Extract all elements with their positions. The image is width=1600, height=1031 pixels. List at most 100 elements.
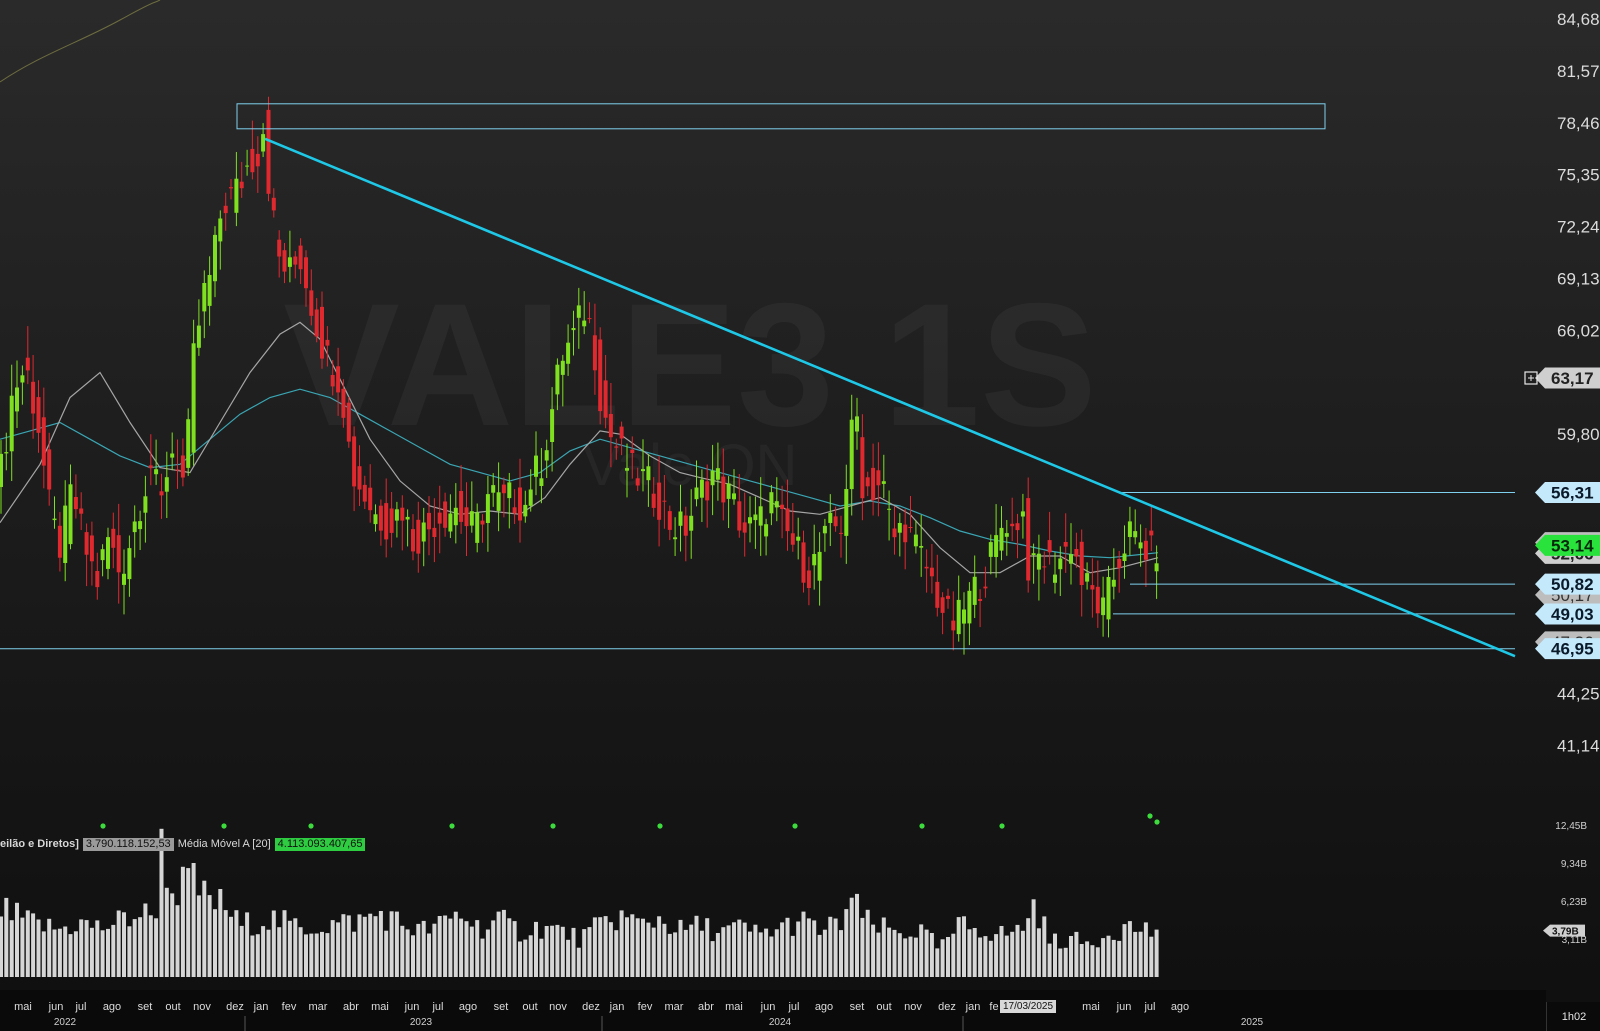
candle-body (780, 504, 785, 509)
volume-bar (855, 893, 859, 977)
volume-bar (309, 933, 314, 977)
month-label: mar (309, 1001, 328, 1013)
candle-body (988, 542, 993, 557)
month-label: mar (665, 1001, 684, 1013)
volume-bar (485, 929, 490, 977)
candle-body (619, 426, 624, 439)
candle-body (550, 409, 555, 442)
month-label: jun (1116, 1001, 1132, 1013)
candle-body (699, 479, 704, 498)
candle-body (1090, 585, 1095, 590)
candle-body (903, 524, 908, 543)
candle-body (667, 511, 672, 530)
volume-bar (164, 887, 169, 977)
volume-bar (1058, 948, 1063, 977)
candle-body (507, 482, 512, 499)
volume-bar (63, 926, 68, 977)
candle-body (908, 527, 913, 528)
volume-bar (635, 918, 640, 977)
price-chart[interactable]: VALE3 1S Vale ON 84,68 81,57 78,46 75,35 72,… (0, 0, 1600, 1031)
volume-current-tag: 3,79B (1543, 924, 1585, 938)
volume-bar (614, 930, 619, 977)
volume-bar (405, 929, 410, 977)
price-tags: 53,3050,1747,3663,1756,3152,6653,1450,82… (1524, 367, 1600, 660)
candle-body (887, 508, 892, 510)
volume-bar (994, 934, 999, 977)
candle-body (213, 234, 217, 282)
candle-body (1111, 579, 1116, 587)
candle-body (566, 342, 571, 364)
horizontal-levels[interactable] (0, 492, 1515, 650)
volume-bar (785, 917, 790, 977)
candle-body (298, 245, 303, 270)
candle-body (860, 437, 865, 499)
volume-bar (865, 909, 870, 977)
month-label: dez (938, 1001, 956, 1013)
candle-body (1133, 531, 1138, 538)
volume-bar (924, 929, 929, 977)
candle-body (913, 534, 918, 547)
price-tick-label: 59,80 (1557, 425, 1600, 444)
candle-body (362, 484, 367, 502)
volume-bar (1095, 947, 1100, 977)
candle-body (544, 450, 549, 461)
month-label: fev (638, 1001, 653, 1013)
candle-body (1036, 553, 1041, 570)
long-ma-line (0, 0, 161, 83)
volume-bar (550, 925, 555, 977)
volume-bar (876, 932, 881, 977)
volume-bar (678, 919, 683, 977)
candle-body (994, 535, 999, 557)
timeframe-label[interactable]: 1h02 (1546, 1002, 1600, 1031)
candle-body (89, 535, 94, 562)
candle-body (9, 395, 14, 452)
volume-bar (715, 933, 720, 977)
volume-bar (673, 932, 678, 977)
candle-body (1101, 597, 1106, 616)
volume-bar (592, 917, 597, 977)
candle-body (769, 492, 774, 514)
candle-body (416, 519, 421, 554)
volume-bar (1015, 924, 1020, 977)
price-tag-label: 50,82 (1551, 575, 1594, 594)
volume-bar (1154, 929, 1159, 977)
volume-bar (683, 929, 688, 977)
signal-dot (792, 823, 798, 829)
month-label: ago (103, 1001, 121, 1013)
volume-bar (218, 889, 223, 977)
candle-body (41, 417, 46, 466)
candle-body (207, 275, 212, 306)
chart-stage[interactable]: VALE3 1S Vale ON 84,68 81,57 78,46 75,35 72,… (0, 0, 1600, 1031)
signal-dot (221, 823, 227, 829)
candle-body (726, 483, 731, 499)
candle-body (849, 419, 854, 490)
volume-bar (972, 928, 977, 977)
volume-bar (988, 940, 993, 977)
month-label: mai (725, 1001, 743, 1013)
volume-bar (132, 919, 137, 977)
candle-body (796, 536, 801, 541)
candle-body (469, 511, 474, 526)
candle-body (405, 516, 410, 520)
signal-dot (308, 823, 314, 829)
candle-body (705, 481, 710, 501)
candle-body (31, 381, 36, 414)
volume-bar (908, 936, 913, 977)
volume-bar (769, 936, 774, 977)
month-label: dez (582, 1001, 600, 1013)
volume-bar (346, 915, 351, 977)
resistance-box[interactable] (236, 103, 1326, 130)
volume-bar (844, 909, 849, 977)
signal-dot (449, 823, 455, 829)
candle-body (560, 360, 565, 375)
candle-body (603, 380, 608, 418)
candle-body (475, 512, 480, 543)
candle-body (1015, 523, 1020, 531)
candle-body (972, 576, 977, 605)
month-label: fe (989, 1001, 998, 1013)
volume-bar (1122, 924, 1127, 977)
time-axis[interactable]: mai jun jul ago set out nov dez jan fev mar abr mai j… (0, 990, 1546, 1031)
candle-body (175, 469, 180, 471)
volume-bar (196, 895, 201, 977)
candle-body (1058, 558, 1063, 570)
